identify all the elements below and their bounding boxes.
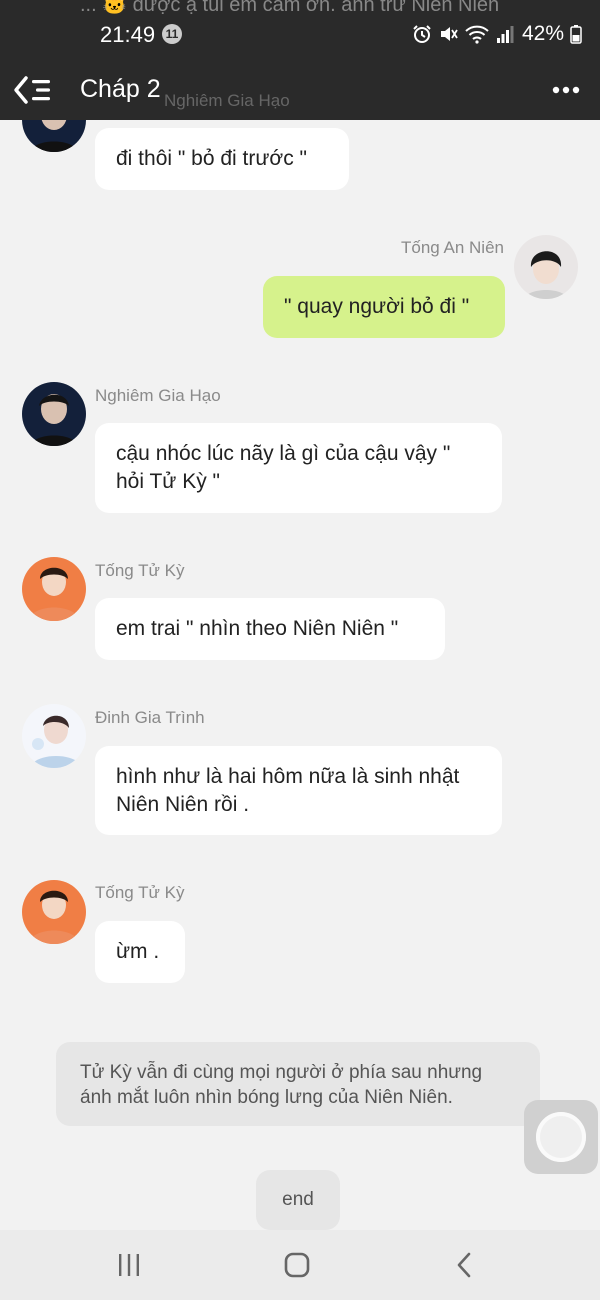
recent-apps-icon[interactable]: [114, 1250, 144, 1280]
sender-name: Tống Tử Kỳ: [95, 561, 185, 580]
more-options-icon[interactable]: [546, 74, 586, 106]
avatar-nghiem-gia-hao[interactable]: [22, 382, 86, 446]
system-navigation-bar: [0, 1230, 600, 1300]
scrolled-text-behind: ... 🐱 được ạ tui em cảm ơn. anh trừ Niên…: [80, 0, 500, 16]
sender-name: Đinh Gia Trình: [95, 708, 205, 727]
back-icon[interactable]: [450, 1250, 480, 1280]
battery-icon: [570, 25, 582, 44]
alarm-icon: [413, 25, 431, 43]
sender-name: Tống An Niên: [400, 238, 504, 257]
circle-icon: [536, 1112, 586, 1162]
wifi-icon: [465, 25, 489, 44]
signal-icon: [497, 26, 514, 43]
my-message-bubble: " quay người bỏ đi ": [263, 276, 505, 338]
message-bubble: em trai " nhìn theo Niên Niên ": [95, 598, 445, 660]
avatar-dinh-gia-trinh[interactable]: [22, 704, 86, 768]
notification-count-badge: 11: [162, 24, 182, 44]
avatar-tong-tu-ky[interactable]: [22, 557, 86, 621]
home-icon[interactable]: [282, 1250, 312, 1280]
system-icons: 42%: [412, 22, 582, 46]
scrolled-sender-name-behind: Nghiêm Gia Hạo: [164, 91, 290, 110]
app-header: Nghiêm Gia Hạo Cháp 2: [0, 60, 600, 120]
page-title: Cháp 2: [80, 75, 161, 103]
avatar-tong-tu-ky[interactable]: [22, 880, 86, 944]
status-bar: ... 🐱 được ạ tui em cảm ơn. anh trừ Niên…: [0, 0, 600, 60]
floating-assistive-button[interactable]: [524, 1100, 598, 1174]
back-menu-icon[interactable]: [12, 72, 56, 108]
message-bubble: đi thôi " bỏ đi trước ": [95, 128, 349, 190]
end-button[interactable]: end: [256, 1170, 340, 1230]
message-bubble: hình như là hai hôm nữa là sinh nhật Niê…: [95, 746, 502, 835]
avatar-tong-an-nien[interactable]: [514, 235, 578, 299]
message-bubble: cậu nhóc lúc nãy là gì của cậu vậy " hỏi…: [95, 423, 502, 513]
sender-name: Nghiêm Gia Hạo: [95, 386, 221, 405]
message-bubble: ừm .: [95, 921, 185, 983]
narration-box: Tử Kỳ vẫn đi cùng mọi người ở phía sau n…: [56, 1042, 540, 1126]
clock: 21:49: [100, 22, 156, 47]
mute-icon: [441, 27, 458, 41]
sender-name: Tống Tử Kỳ: [95, 883, 185, 902]
battery-percentage: 42%: [522, 22, 565, 45]
